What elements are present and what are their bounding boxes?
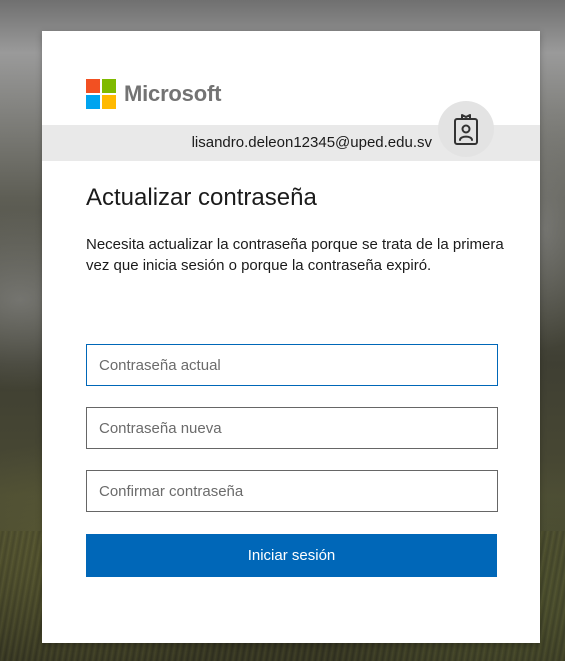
- brand-name: Microsoft: [124, 81, 222, 106]
- sign-in-button[interactable]: Iniciar sesión: [86, 534, 497, 577]
- password-update-card: Microsoft lisandro.deleon12345@uped.edu.…: [42, 31, 540, 643]
- account-email: lisandro.deleon12345@uped.edu.sv: [191, 134, 432, 151]
- brand-header: Microsoft: [86, 79, 221, 109]
- page-title: Actualizar contraseña: [86, 184, 317, 211]
- login-screen: Microsoft lisandro.deleon12345@uped.edu.…: [0, 0, 565, 661]
- badge-icon: [438, 101, 494, 157]
- confirm-password-input[interactable]: [86, 470, 498, 512]
- microsoft-logo-icon: [86, 79, 116, 109]
- current-password-input[interactable]: [86, 344, 498, 386]
- page-description: Necesita actualizar la contraseña porque…: [86, 236, 504, 274]
- new-password-input[interactable]: [86, 407, 498, 449]
